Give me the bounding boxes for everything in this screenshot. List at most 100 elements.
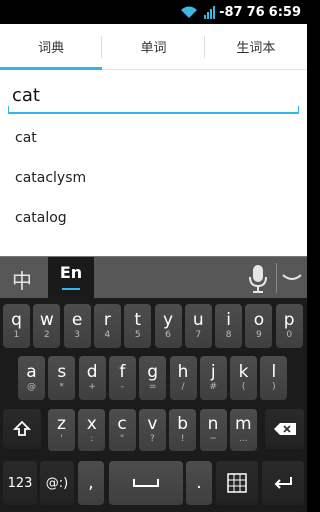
- key-letter: k: [238, 362, 249, 382]
- key-secondary: 7: [195, 330, 202, 340]
- space-key[interactable]: [109, 461, 183, 505]
- keyboard: 123 @:) , . q 1 w 2 e 3 r 4 t 5 y 6 u 7 i 8 o 9 p 0 a @ s * d + f -…: [0, 298, 307, 512]
- key-secondary: -: [120, 382, 125, 392]
- tab-dictionary[interactable]: 词典: [0, 24, 103, 70]
- key-y[interactable]: y6: [154, 304, 182, 348]
- key-letter: w: [39, 310, 54, 330]
- tab-vocabulary-book[interactable]: 生词本: [205, 24, 307, 69]
- shift-key[interactable]: [3, 409, 41, 449]
- key-letter: c: [117, 414, 127, 434]
- key-secondary: /: [181, 382, 185, 392]
- tab-bar: 词典 单词 生词本: [0, 24, 307, 70]
- key-letter: n: [207, 414, 219, 434]
- key-c[interactable]: c ": [108, 409, 136, 451]
- key-q[interactable]: q1: [3, 304, 30, 348]
- key-j[interactable]: j #: [199, 356, 227, 400]
- key-o[interactable]: o9: [245, 304, 273, 348]
- key-secondary: =: [148, 382, 157, 392]
- key-letter: p: [283, 310, 295, 330]
- key-a[interactable]: a @: [18, 356, 45, 400]
- key-v[interactable]: v?: [138, 409, 166, 451]
- key-letter: m: [235, 414, 252, 434]
- key-m[interactable]: m...: [229, 409, 257, 451]
- key-w[interactable]: w2: [33, 304, 61, 348]
- emoticon-key-label: @:): [45, 475, 69, 491]
- hide-keyboard-icon[interactable]: [280, 269, 304, 287]
- key-secondary: ': [60, 434, 63, 444]
- key-letter: s: [57, 362, 67, 382]
- key-g[interactable]: g =: [139, 356, 167, 400]
- signal-icon: [204, 5, 216, 19]
- comma-key-label: ,: [88, 472, 94, 493]
- key-r[interactable]: r4: [93, 304, 121, 348]
- key-b[interactable]: b!: [169, 409, 197, 451]
- key-x[interactable]: x:: [78, 409, 106, 451]
- period-key-label: .: [196, 472, 202, 493]
- key-secondary: *: [59, 382, 65, 392]
- key-secondary: :: [90, 434, 94, 444]
- key-letter: y: [162, 310, 174, 330]
- tab-label: 单词: [140, 41, 167, 56]
- key-z[interactable]: z ': [48, 409, 75, 451]
- key-secondary: @: [27, 382, 36, 392]
- key-letter: x: [86, 414, 97, 434]
- keyboard-toolbar: 中 En: [0, 256, 307, 299]
- list-item[interactable]: cataclysm: [0, 158, 307, 198]
- key-e[interactable]: e3: [63, 304, 91, 348]
- tab-words[interactable]: 单词: [102, 24, 205, 69]
- wifi-icon: [181, 6, 198, 18]
- key-t[interactable]: t5: [124, 304, 152, 348]
- key-letter: b: [177, 414, 189, 434]
- key-secondary: 0: [286, 330, 293, 340]
- key-letter: t: [134, 310, 142, 330]
- key-s[interactable]: s *: [48, 356, 76, 400]
- chinese-input-button[interactable]: 中: [12, 265, 32, 294]
- shift-icon: [13, 420, 31, 436]
- key-k[interactable]: k(: [230, 356, 258, 400]
- search-input[interactable]: [8, 78, 299, 112]
- key-secondary: +: [88, 382, 96, 392]
- emoticon-key[interactable]: @:): [40, 461, 74, 505]
- key-l[interactable]: l): [260, 356, 288, 400]
- space-icon: [133, 479, 159, 487]
- search-underline: [8, 106, 299, 114]
- english-input-button[interactable]: En: [48, 257, 94, 299]
- tab-label: 词典: [38, 41, 65, 56]
- period-key[interactable]: .: [186, 461, 212, 505]
- key-d[interactable]: d +: [78, 356, 106, 400]
- key-secondary: 6: [165, 330, 171, 340]
- key-secondary: ~: [209, 434, 217, 444]
- english-label: En: [59, 263, 83, 282]
- key-f[interactable]: f-: [108, 356, 136, 400]
- list-item[interactable]: cat: [0, 118, 307, 158]
- battery-level: 76: [246, 4, 265, 20]
- comma-key[interactable]: ,: [78, 461, 104, 505]
- key-secondary: ): [272, 382, 276, 392]
- suggestion-list: cat cataclysm catalog: [0, 118, 307, 256]
- keyboard-settings-key[interactable]: [216, 461, 258, 505]
- key-letter: r: [103, 310, 111, 330]
- key-secondary: ": [120, 434, 125, 444]
- key-secondary: 1: [13, 330, 20, 340]
- key-letter: u: [192, 310, 204, 330]
- key-secondary: (: [241, 382, 246, 392]
- key-u[interactable]: u7: [184, 304, 212, 348]
- microphone-icon[interactable]: [248, 264, 268, 294]
- key-p[interactable]: p0: [275, 304, 303, 348]
- key-secondary: ...: [239, 434, 248, 444]
- clock: 6:59: [268, 4, 301, 20]
- backspace-key[interactable]: [265, 409, 304, 449]
- key-letter: v: [147, 414, 158, 434]
- key-i[interactable]: i8: [215, 304, 243, 348]
- key-letter: o: [253, 310, 265, 330]
- key-secondary: 3: [74, 330, 80, 340]
- key-h[interactable]: h /: [169, 356, 197, 400]
- keyboard-grid-icon: [227, 473, 247, 493]
- enter-icon: [274, 477, 292, 489]
- key-letter: l: [271, 362, 277, 382]
- key-letter: h: [177, 362, 189, 382]
- key-n[interactable]: n ~: [199, 409, 227, 451]
- list-item[interactable]: catalog: [0, 198, 307, 238]
- enter-key[interactable]: [262, 461, 304, 505]
- numbers-key[interactable]: 123: [3, 461, 37, 505]
